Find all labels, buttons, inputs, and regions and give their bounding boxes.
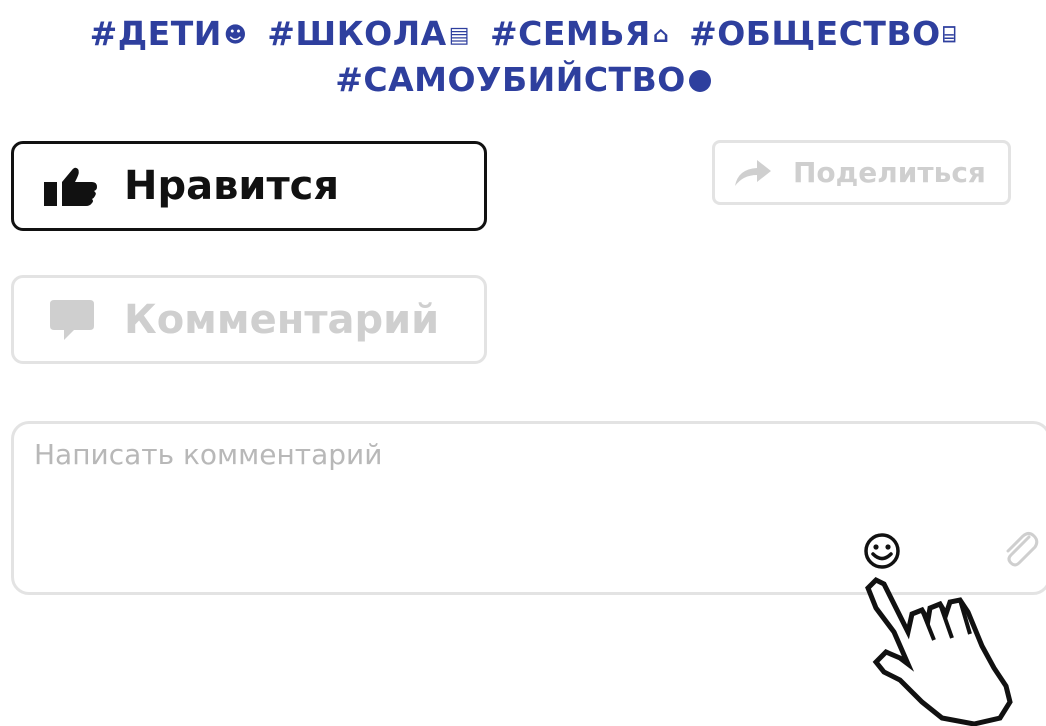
hashtag-children[interactable]: #ДЕТИ☻ bbox=[90, 12, 248, 58]
share-button[interactable]: Поделиться bbox=[712, 140, 1011, 205]
hashtag-suicide[interactable]: #САМОУБИЙСТВО bbox=[335, 58, 711, 102]
speech-bubble-icon bbox=[50, 299, 94, 340]
share-arrow-icon bbox=[735, 159, 771, 186]
hashtag-school[interactable]: #ШКОЛА▤ bbox=[267, 12, 470, 58]
hashtag-line-2: #САМОУБИЙСТВО bbox=[0, 58, 1046, 102]
comment-box bbox=[11, 421, 1046, 595]
house-icon: ⌂ bbox=[652, 23, 670, 48]
comment-input[interactable] bbox=[34, 438, 834, 538]
smiley-icon: ☻ bbox=[223, 23, 248, 48]
black-dot-icon bbox=[688, 70, 711, 92]
hashtag-family[interactable]: #СЕМЬЯ⌂ bbox=[490, 12, 669, 58]
hashtag-line-1: #ДЕТИ☻ #ШКОЛА▤ #СЕМЬЯ⌂ #ОБЩЕСТВО⌸ bbox=[0, 12, 1046, 58]
comment-label: Комментарий bbox=[124, 296, 440, 343]
like-button[interactable]: Нравится bbox=[11, 141, 487, 231]
comment-button[interactable]: Комментарий bbox=[11, 275, 487, 364]
post-actions-screen: #ДЕТИ☻ #ШКОЛА▤ #СЕМЬЯ⌂ #ОБЩЕСТВО⌸ #САМОУ… bbox=[0, 0, 1046, 726]
paperclip-icon[interactable] bbox=[999, 529, 1043, 573]
share-label: Поделиться bbox=[793, 156, 986, 189]
like-label: Нравится bbox=[124, 163, 340, 209]
emoji-icon[interactable] bbox=[862, 531, 902, 571]
hashtag-header: #ДЕТИ☻ #ШКОЛА▤ #СЕМЬЯ⌂ #ОБЩЕСТВО⌸ #САМОУ… bbox=[0, 12, 1046, 102]
notebook-icon: ▤ bbox=[448, 23, 470, 48]
factory-icon: ⌸ bbox=[942, 23, 957, 48]
hashtag-society[interactable]: #ОБЩЕСТВО⌸ bbox=[689, 12, 956, 58]
thumbs-up-icon bbox=[44, 166, 98, 206]
